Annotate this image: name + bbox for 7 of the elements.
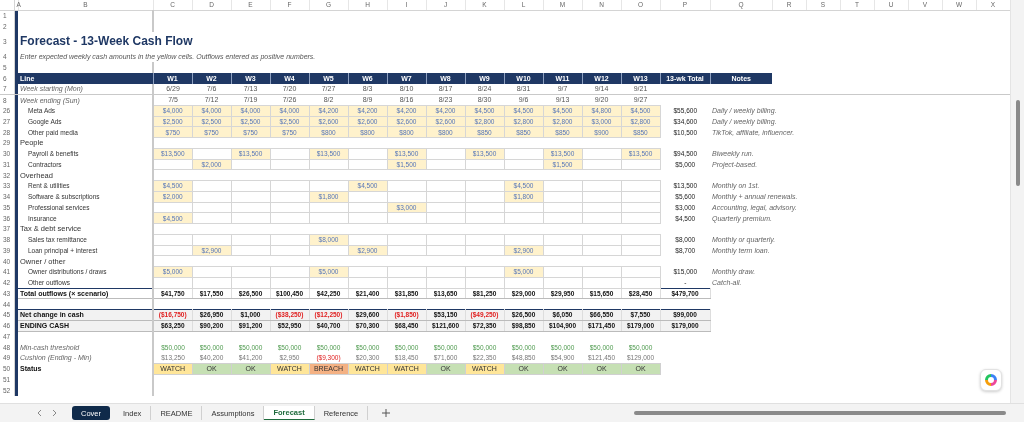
vertical-scrollbar[interactable]: [1010, 0, 1024, 403]
chevron-left-icon[interactable]: [36, 409, 42, 417]
assistant-button[interactable]: [980, 369, 1002, 391]
plus-icon[interactable]: [382, 409, 391, 417]
ring-icon: [984, 373, 998, 387]
chevron-right-icon[interactable]: [52, 409, 58, 417]
sheet-title: Forecast - 13-Week Cash Flow: [20, 33, 193, 48]
